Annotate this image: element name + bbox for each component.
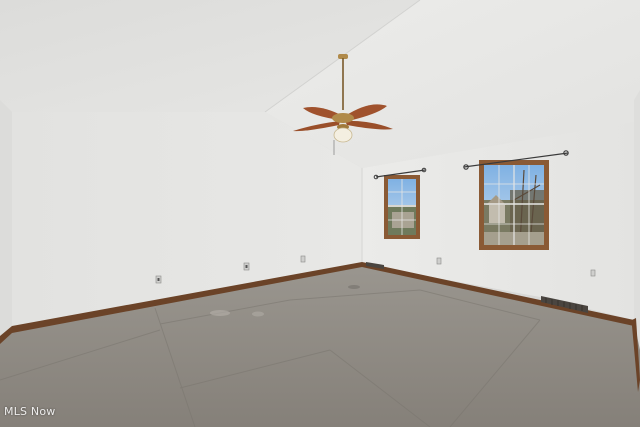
outlet-icon bbox=[243, 262, 250, 271]
window-icon bbox=[384, 175, 420, 239]
room-illustration bbox=[0, 0, 640, 427]
outlet-icon bbox=[590, 269, 596, 277]
window-icon bbox=[479, 160, 549, 250]
outlet-icon bbox=[300, 255, 306, 263]
left-side-wall bbox=[0, 100, 12, 340]
outlet-icon bbox=[436, 257, 442, 265]
empty-room-photo: MLS Now bbox=[0, 0, 640, 427]
mls-now-watermark: MLS Now bbox=[4, 405, 56, 418]
outlet-icon bbox=[155, 275, 162, 284]
